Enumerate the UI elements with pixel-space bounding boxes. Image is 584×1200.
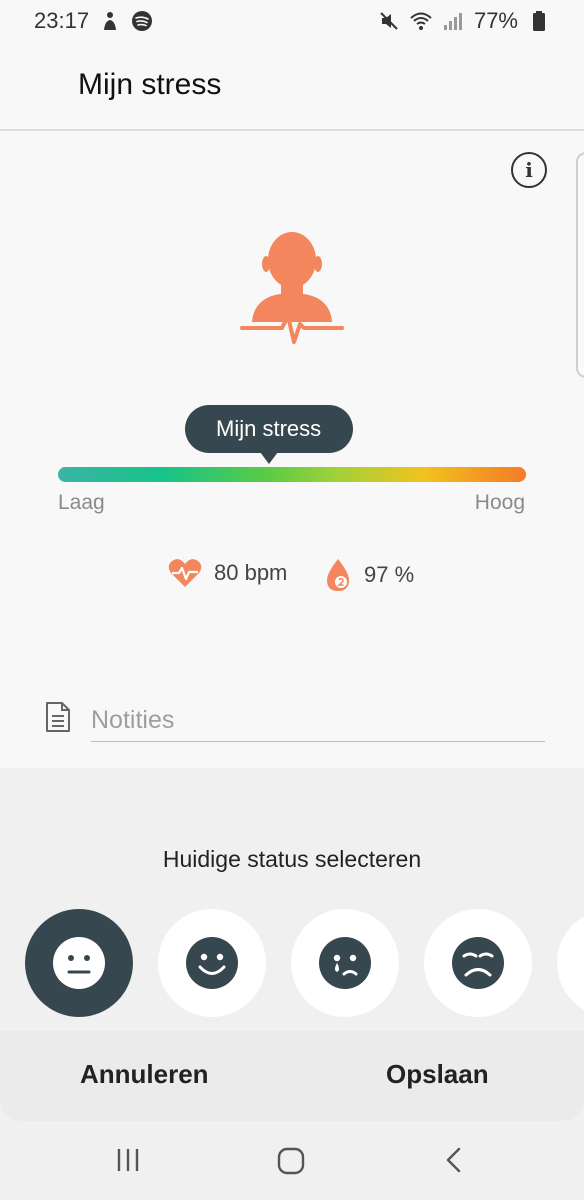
mood-neutral-button[interactable] [25,909,133,1017]
action-bar: Annuleren Opslaan [0,1031,584,1121]
tooltip-pointer [259,452,278,464]
tooltip-text: Mijn stress [216,416,322,441]
mood-upset-button[interactable] [424,909,532,1017]
mood-happy-button[interactable] [158,909,266,1017]
recent-apps-icon[interactable] [115,1147,141,1173]
heart-rate-icon [168,559,202,587]
smile-face-icon [186,937,238,989]
heart-rate-value: 80 bpm [214,560,288,585]
save-button[interactable]: Opslaan [386,1059,489,1090]
stress-person-icon [240,232,344,344]
status-select-title: Huidige status selecteren [162,846,422,872]
spo2-metric: 97 % [324,558,414,592]
info-icon: i [525,158,533,182]
low-label: Laag [58,491,105,514]
stress-gradient-bar [58,467,526,482]
notes-row [44,696,545,744]
status-bar: 23:17 77% [0,0,584,42]
mood-more-button[interactable] [557,909,584,1017]
info-button[interactable]: i [511,152,547,188]
notes-icon [46,702,70,732]
app-notification-icon [104,12,117,30]
sad-face-icon [452,937,504,989]
signal-icon [443,13,462,30]
status-left: 23:17 [34,8,153,34]
high-label: Hoog [474,491,525,514]
crying-face-icon [319,937,371,989]
mood-sad-button[interactable] [291,909,399,1017]
spotify-icon [132,11,153,31]
battery-percent: 77% [473,8,518,33]
oxygen-drop-icon [327,559,349,591]
status-time: 23:17 [34,8,90,33]
edge-panel-handle[interactable] [576,152,584,378]
home-icon[interactable] [277,1147,305,1175]
mood-selector [0,909,584,1019]
heart-rate-metric: 80 bpm [168,558,287,588]
mute-icon [380,12,398,30]
stress-level-tooltip: Mijn stress [184,405,353,453]
neutral-face-icon [53,937,105,989]
cancel-button[interactable]: Annuleren [80,1059,209,1090]
spo2-value: 97 % [364,562,415,587]
notes-input[interactable] [91,696,545,742]
back-icon[interactable] [444,1147,464,1173]
status-right: 77% [378,8,550,34]
battery-icon [533,11,545,31]
page-title: Mijn stress [78,68,222,101]
navigation-bar [0,1121,584,1200]
wifi-icon [410,12,432,30]
app-header: Mijn stress [0,42,584,131]
